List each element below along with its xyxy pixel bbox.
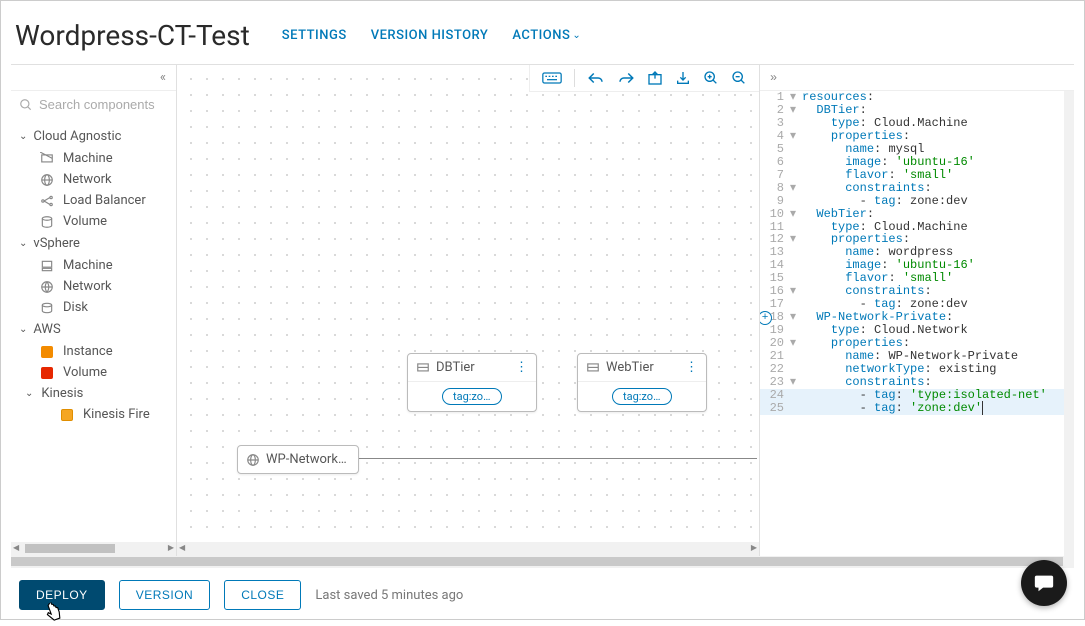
sidebar-scroll[interactable]: ⌄ Cloud Agnostic Machine Network Load Balanc…	[11, 91, 176, 542]
chevron-right-double-icon: »	[770, 71, 777, 85]
node-menu-icon[interactable]: ⋮	[515, 360, 528, 375]
tree-item-network[interactable]: Network	[11, 169, 176, 190]
node-network[interactable]: WP-Network-P...	[237, 445, 359, 474]
tree-item-volume[interactable]: Volume	[11, 362, 176, 383]
tree-item-kinesis-fire[interactable]: Kinesis Fire	[11, 404, 176, 425]
component-icon	[39, 301, 55, 315]
settings-link[interactable]: SETTINGS	[282, 28, 347, 43]
item-label: Machine	[63, 151, 113, 166]
group-label: Cloud Agnostic	[33, 129, 121, 144]
network-connection-line	[357, 458, 757, 459]
item-label: Kinesis Fire	[83, 407, 150, 422]
search-icon	[19, 98, 33, 112]
item-label: Volume	[63, 365, 107, 380]
component-icon	[39, 215, 55, 229]
item-label: Volume	[63, 214, 107, 229]
search-row	[11, 91, 176, 119]
component-icon	[39, 346, 55, 358]
version-history-link[interactable]: VERSION HISTORY	[371, 28, 489, 43]
bottom-horizontal-scrollbar[interactable]	[11, 556, 1074, 568]
import-icon[interactable]	[675, 70, 691, 86]
chevron-down-icon: ⌄	[19, 238, 27, 249]
machine-icon	[586, 361, 600, 375]
component-icon	[59, 409, 75, 421]
item-label: Disk	[63, 300, 88, 315]
tree-item-machine[interactable]: Machine	[11, 148, 176, 169]
item-label: Kinesis	[41, 386, 83, 401]
canvas-horizontal-scrollbar[interactable]	[177, 542, 759, 556]
node-dbtier[interactable]: DBTier ⋮ tag:zon...	[407, 353, 537, 412]
item-label: Network	[63, 279, 112, 294]
code-line[interactable]: 3 type: Cloud.Machine	[760, 117, 1074, 130]
code-line[interactable]: 1▾resources:	[760, 91, 1074, 104]
tree-group-cloud-agnostic[interactable]: ⌄ Cloud Agnostic	[11, 125, 176, 148]
component-icon	[39, 152, 55, 166]
network-icon	[246, 453, 260, 467]
sidebar-horizontal-scrollbar[interactable]	[11, 542, 176, 556]
keyboard-icon[interactable]	[542, 70, 562, 86]
deploy-button[interactable]: DEPLOY	[19, 580, 105, 610]
item-label: Machine	[63, 258, 113, 273]
actions-menu[interactable]: ACTIONS ⌄	[512, 28, 581, 43]
code-panel: » 1▾resources:2▾ DBTier:3 type: Cloud.Ma…	[759, 65, 1074, 556]
tree-item-instance[interactable]: Instance	[11, 341, 176, 362]
code-vertical-scrollbar[interactable]	[1064, 91, 1074, 556]
tree-item-load-balancer[interactable]: Load Balancer	[11, 190, 176, 211]
group-label: vSphere	[33, 236, 80, 251]
footer-bar: DEPLOY VERSION CLOSE Last saved 5 minute…	[1, 568, 1084, 622]
main-area: « ⌄ Cloud Agnostic Machine Network Load Bala…	[11, 64, 1074, 556]
search-input[interactable]	[39, 97, 168, 112]
zoom-out-icon[interactable]	[731, 70, 747, 86]
chat-widget-button[interactable]	[1021, 560, 1067, 606]
component-icon	[39, 173, 55, 187]
tree-item-disk[interactable]: Disk	[11, 297, 176, 318]
actions-label: ACTIONS	[512, 28, 570, 43]
tree-item-machine[interactable]: Machine	[11, 255, 176, 276]
code-line[interactable]: 25 - tag: 'zone:dev'	[760, 402, 1074, 415]
chevron-down-icon: ⌄	[25, 388, 33, 399]
design-canvas[interactable]: DBTier ⋮ tag:zon... WebTier ⋮ tag:zon...…	[177, 65, 759, 556]
component-sidebar: « ⌄ Cloud Agnostic Machine Network Load Bala…	[11, 65, 177, 556]
item-label: Network	[63, 172, 112, 187]
group-label: AWS	[33, 322, 60, 337]
item-label: Instance	[63, 344, 113, 359]
page-title: Wordpress-CT-Test	[15, 19, 250, 52]
export-icon[interactable]	[647, 70, 663, 86]
node-title: WebTier	[606, 360, 679, 375]
component-icon	[39, 367, 55, 379]
code-editor[interactable]: 1▾resources:2▾ DBTier:3 type: Cloud.Mach…	[760, 91, 1074, 556]
chevron-down-icon: ⌄	[572, 30, 581, 41]
tree-item-volume[interactable]: Volume	[11, 211, 176, 232]
component-tree: ⌄ Cloud Agnostic Machine Network Load Balanc…	[11, 119, 176, 435]
last-saved-text: Last saved 5 minutes ago	[315, 588, 463, 603]
undo-icon[interactable]	[587, 70, 605, 86]
version-button[interactable]: VERSION	[119, 580, 211, 610]
sidebar-collapse-button[interactable]: «	[11, 65, 176, 91]
tree-item-network[interactable]: Network	[11, 276, 176, 297]
node-title: WP-Network-P...	[266, 452, 350, 467]
canvas-toolbar	[529, 65, 759, 92]
node-menu-icon[interactable]: ⋮	[685, 360, 698, 375]
node-tag: tag:zon...	[612, 388, 672, 405]
tree-subgroup-kinesis[interactable]: ⌄ Kinesis	[11, 383, 176, 404]
tree-group-aws[interactable]: ⌄ AWS	[11, 318, 176, 341]
chevron-down-icon: ⌄	[19, 131, 27, 142]
redo-icon[interactable]	[617, 70, 635, 86]
component-icon	[39, 259, 55, 273]
node-webtier[interactable]: WebTier ⋮ tag:zon...	[577, 353, 707, 412]
zoom-in-icon[interactable]	[703, 70, 719, 86]
chevron-down-icon: ⌄	[19, 324, 27, 335]
close-button[interactable]: CLOSE	[224, 580, 301, 610]
chevron-left-double-icon: «	[160, 70, 166, 85]
code-line[interactable]: 9 - tag: zone:dev	[760, 195, 1074, 208]
component-icon	[39, 280, 55, 294]
component-icon	[39, 194, 55, 208]
page-header: Wordpress-CT-Test SETTINGS VERSION HISTO…	[1, 1, 1084, 64]
tree-group-vsphere[interactable]: ⌄ vSphere	[11, 232, 176, 255]
node-tag: tag:zon...	[442, 388, 502, 405]
code-collapse-button[interactable]: »	[760, 65, 1074, 91]
machine-icon	[416, 361, 430, 375]
node-title: DBTier	[436, 360, 509, 375]
item-label: Load Balancer	[63, 193, 146, 208]
